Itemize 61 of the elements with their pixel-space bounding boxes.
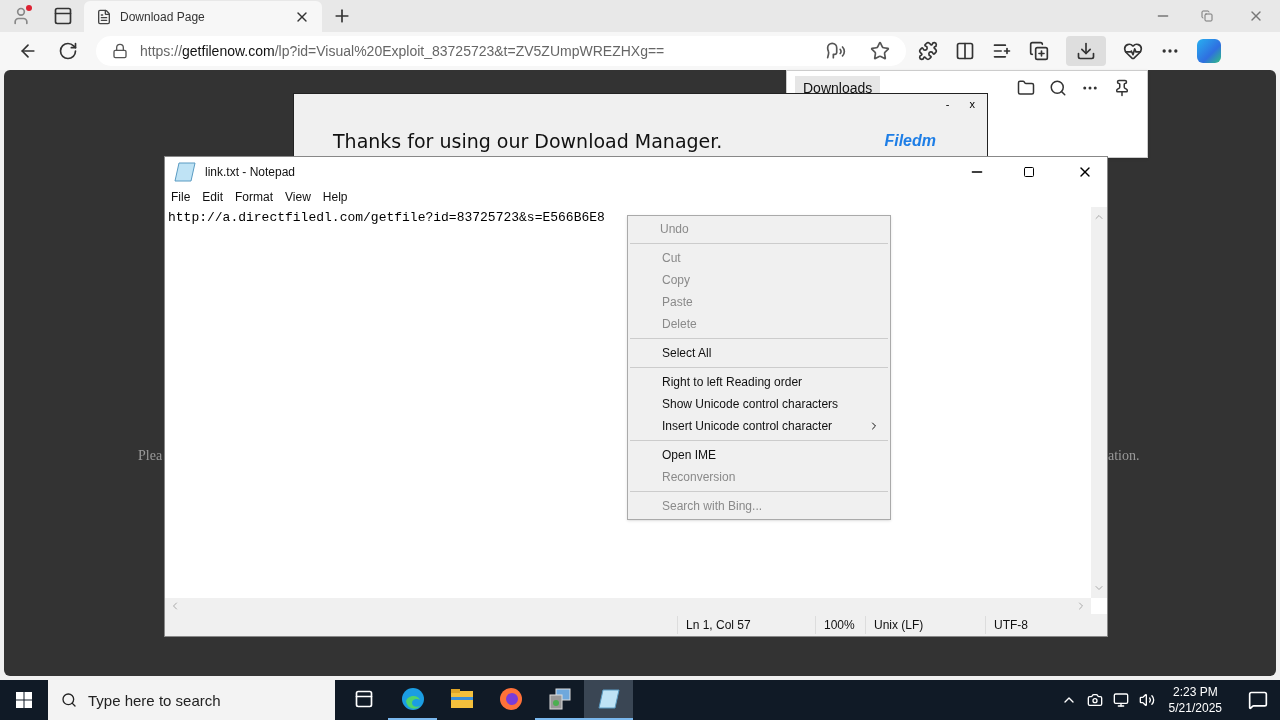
volume-icon[interactable]: [1138, 692, 1155, 708]
minimize-button[interactable]: -: [945, 96, 950, 113]
context-menu-item[interactable]: Show Unicode control characters: [630, 393, 888, 415]
menu-item[interactable]: Help: [322, 188, 348, 206]
window-title: link.txt - Notepad: [205, 164, 297, 181]
search-icon[interactable]: [1049, 79, 1067, 97]
menu-item[interactable]: Edit: [202, 188, 224, 206]
context-menu-item[interactable]: Insert Unicode control character: [630, 415, 888, 437]
status-text: 100%: [815, 616, 865, 634]
search-icon: [61, 692, 77, 708]
page-text: ation.: [1108, 447, 1140, 465]
tab-actions-icon[interactable]: [53, 6, 73, 26]
device-icon[interactable]: [1086, 692, 1103, 708]
clock-date[interactable]: 5/21/2025: [1168, 700, 1222, 716]
url-text: https://getfilenow.com/lp?id=Visual%20Exploit_83725723&t=ZV5ZUmpWREZHXg==: [140, 41, 666, 61]
context-menu-item[interactable]: Select All: [630, 342, 888, 364]
dialog-message: Thanks for using our Download Manager.: [333, 128, 724, 154]
folder-icon[interactable]: [1017, 79, 1035, 97]
download-icon: [1076, 41, 1096, 61]
read-aloud-icon[interactable]: [826, 41, 846, 61]
status-text: Unix (LF): [865, 616, 985, 634]
lock-icon: [112, 43, 128, 59]
clock-time[interactable]: 2:23 PM: [1172, 684, 1218, 700]
status-text: UTF-8: [985, 616, 1107, 634]
favorite-icon[interactable]: [870, 41, 890, 61]
installer-icon: [547, 687, 572, 711]
folder-icon: [449, 688, 474, 710]
network-icon[interactable]: [1112, 692, 1129, 708]
extensions-icon[interactable]: [918, 41, 938, 61]
notepad-icon: [173, 161, 197, 183]
menu-item[interactable]: File: [171, 188, 191, 206]
menu-item[interactable]: Format: [235, 188, 274, 206]
browser-icon: [400, 687, 425, 711]
menu-item[interactable]: View: [285, 188, 311, 206]
favorites-icon[interactable]: [992, 41, 1012, 61]
close-button[interactable]: x: [969, 96, 975, 113]
status-text: Ln 1, Col 57: [677, 616, 815, 634]
notepad-icon: [596, 688, 621, 710]
taskbar-search-field[interactable]: Type here to search: [48, 680, 335, 720]
page-icon: [96, 8, 112, 25]
logo-text: Filedm: [884, 130, 936, 151]
browser-tab[interactable]: Download Page: [84, 1, 322, 32]
context-menu-item[interactable]: Right to left Reading order: [630, 371, 888, 393]
downloads-button[interactable]: [1066, 36, 1106, 66]
profile-icon[interactable]: [11, 6, 31, 26]
task-view-icon: [353, 689, 374, 709]
maximize-icon[interactable]: [1023, 166, 1035, 178]
health-icon[interactable]: [1123, 41, 1143, 61]
windows-logo-icon[interactable]: [16, 692, 32, 708]
collections-icon[interactable]: [1029, 41, 1049, 61]
page-text: Plea: [138, 447, 163, 465]
pin-icon[interactable]: [1113, 79, 1131, 97]
tab-title: Download Page: [120, 8, 206, 26]
fox-icon: [498, 687, 523, 711]
reload-icon[interactable]: [58, 41, 78, 61]
taskbar-app[interactable]: [584, 680, 633, 720]
context-menu-item[interactable]: Open IME: [630, 444, 888, 466]
notifications-icon[interactable]: [1248, 690, 1268, 710]
address-bar[interactable]: https://getfilenow.com/lp?id=Visual%20Exploit_83725723&t=ZV5ZUmpWREZHXg==: [96, 36, 906, 66]
split-screen-icon[interactable]: [955, 41, 975, 61]
copilot-icon[interactable]: [1197, 39, 1221, 63]
